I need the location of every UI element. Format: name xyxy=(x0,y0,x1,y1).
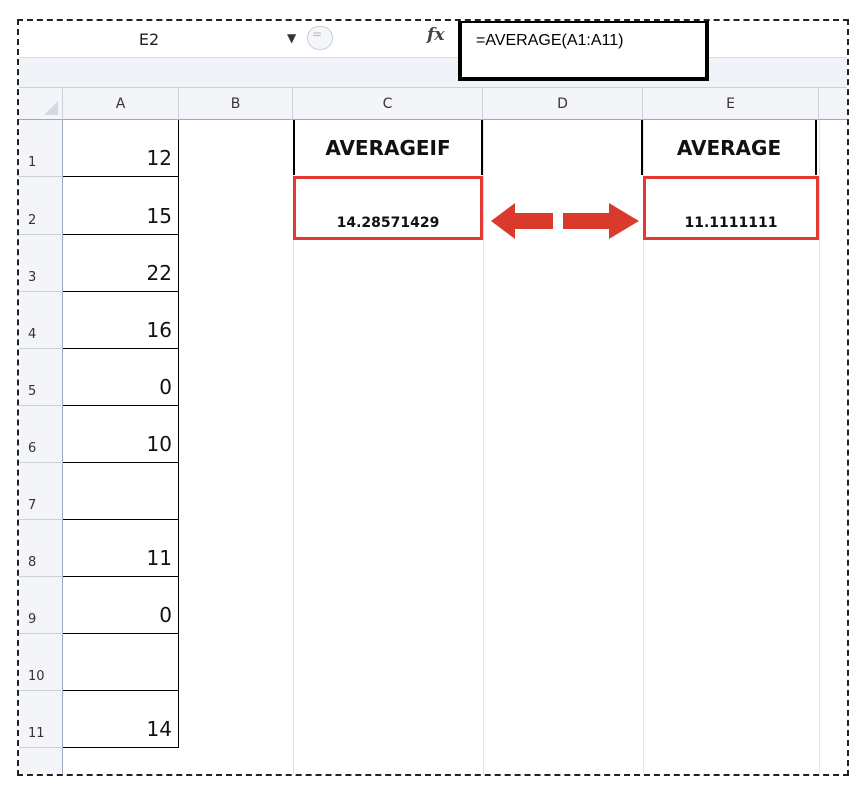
column-header-b[interactable]: B xyxy=(179,88,293,120)
cell-e2-average-value[interactable]: 11.1111111 xyxy=(643,176,819,240)
row-header-10[interactable]: 10 xyxy=(19,634,63,691)
cell-e1-average-header[interactable]: AVERAGE xyxy=(641,120,817,175)
select-all-icon xyxy=(44,101,58,115)
row-header-7[interactable]: 7 xyxy=(19,463,63,520)
cell-a11[interactable]: 14 xyxy=(63,691,179,748)
formula-bar-expanded-area xyxy=(19,58,847,88)
row-header-9[interactable]: 9 xyxy=(19,577,63,634)
gridline xyxy=(819,120,820,774)
cell-a10[interactable] xyxy=(63,634,179,691)
cell-a4[interactable]: 16 xyxy=(63,292,179,349)
cell-a2[interactable]: 15 xyxy=(63,177,179,235)
formula-text: =AVERAGE(A1:A11) xyxy=(476,32,624,49)
cell-a8[interactable]: 11 xyxy=(63,520,179,577)
column-header-f[interactable] xyxy=(819,88,847,120)
insert-function-icon[interactable]: fx xyxy=(427,25,444,45)
column-header-a[interactable]: A xyxy=(63,88,179,120)
row-header-1[interactable]: 1 xyxy=(19,120,63,177)
gridline xyxy=(483,120,484,774)
cell-a1[interactable]: 12 xyxy=(63,120,179,177)
chevron-down-icon[interactable]: ▼ xyxy=(287,31,296,45)
formula-bar: E2 ▼ = fx xyxy=(19,21,847,58)
row-header-6[interactable]: 6 xyxy=(19,406,63,463)
row-header-3[interactable]: 3 xyxy=(19,235,63,292)
select-all-corner[interactable] xyxy=(19,88,63,120)
arrow-right-icon xyxy=(563,203,639,239)
spreadsheet-frame: E2 ▼ = fx =AVERAGE(A1:A11) A B C D E 1 2… xyxy=(17,19,849,776)
arrow-left-icon xyxy=(491,203,553,239)
row-header-5[interactable]: 5 xyxy=(19,349,63,406)
cell-a5[interactable]: 0 xyxy=(63,349,179,406)
column-header-c[interactable]: C xyxy=(293,88,483,120)
column-header-d[interactable]: D xyxy=(483,88,643,120)
column-header-e[interactable]: E xyxy=(643,88,819,120)
cell-c1-averageif-header[interactable]: AVERAGEIF xyxy=(293,120,483,175)
row-header-2[interactable]: 2 xyxy=(19,177,63,235)
row-header-4[interactable]: 4 xyxy=(19,292,63,349)
formula-bar-handle-icon[interactable]: = xyxy=(307,26,333,50)
row-header-12[interactable] xyxy=(19,748,63,774)
row-header-8[interactable]: 8 xyxy=(19,520,63,577)
cell-c2-averageif-value[interactable]: 14.28571429 xyxy=(293,176,483,240)
formula-input[interactable]: =AVERAGE(A1:A11) xyxy=(458,21,709,81)
cell-a9[interactable]: 0 xyxy=(63,577,179,634)
cell-a7[interactable] xyxy=(63,463,179,520)
row-header-11[interactable]: 11 xyxy=(19,691,63,748)
cell-a3[interactable]: 22 xyxy=(63,235,179,292)
name-box[interactable]: E2 xyxy=(19,23,279,55)
cell-a6[interactable]: 10 xyxy=(63,406,179,463)
